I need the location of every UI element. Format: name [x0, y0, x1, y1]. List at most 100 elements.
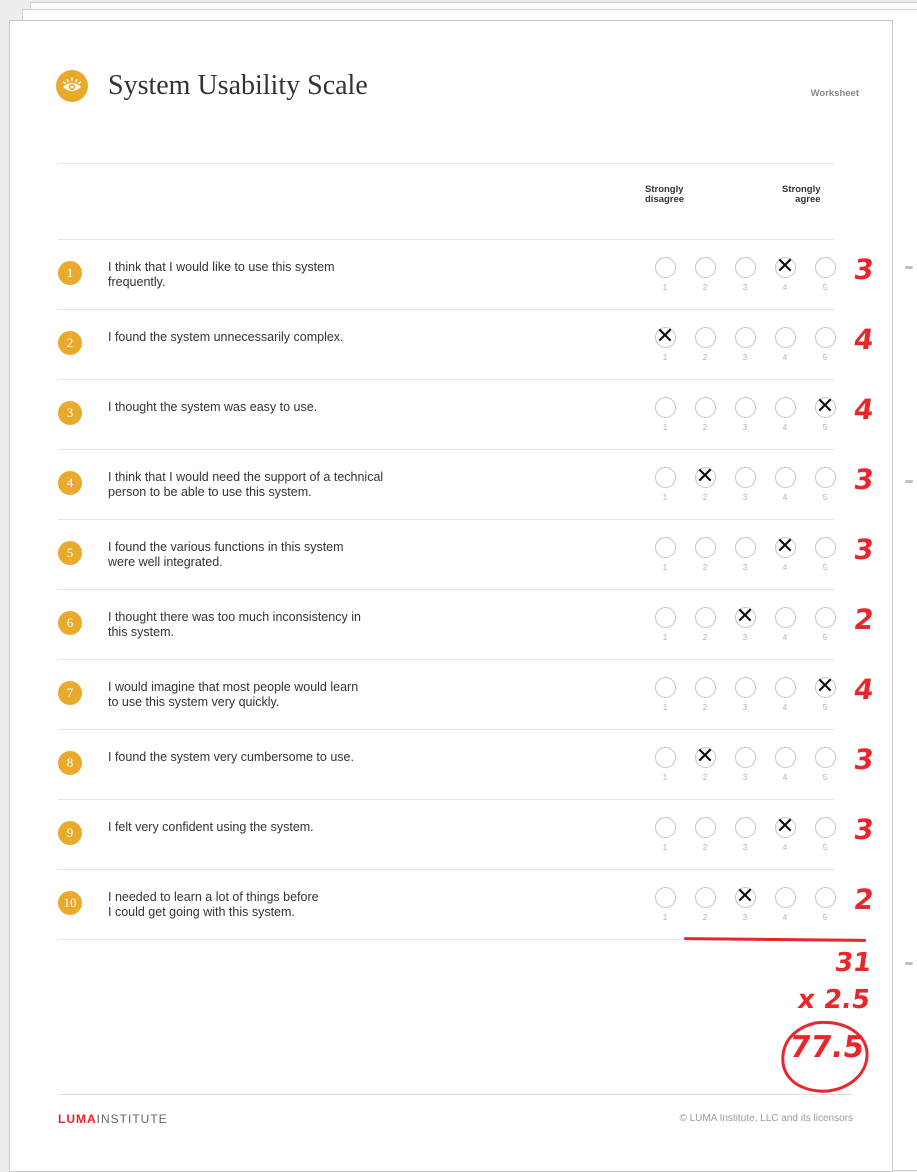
rating-option-number: 5: [822, 283, 828, 292]
rating-option-2[interactable]: [695, 817, 716, 838]
rating-option-2[interactable]: [695, 537, 716, 558]
question-row: 3 I thought the system was easy to use. 1 2…: [58, 380, 876, 450]
question-row: 5 I found the various functions in this s…: [58, 520, 876, 590]
rating-option-number: 2: [702, 703, 708, 712]
rating-option-number: 1: [662, 283, 668, 292]
rating-option-3[interactable]: [735, 467, 756, 488]
rating-option-4[interactable]: [775, 677, 796, 698]
rating-option-number: 1: [662, 353, 668, 362]
rating-option-number: 2: [702, 283, 708, 292]
rating-option-3[interactable]: [735, 257, 756, 278]
question-number: 9: [58, 821, 82, 845]
rating-option-number: 1: [662, 703, 668, 712]
rating-option-1[interactable]: [655, 257, 676, 278]
rating-option-number: 3: [742, 773, 748, 782]
rating-option-number: 4: [782, 283, 788, 292]
rating-option-5[interactable]: [815, 817, 836, 838]
rating-option-5[interactable]: [815, 607, 836, 628]
question-text: I thought there was too much inconsisten…: [108, 610, 361, 639]
question-row: 9 I felt very confident using the system.…: [58, 800, 876, 870]
rating-option-3[interactable]: [735, 817, 756, 838]
rating-option-number: 4: [782, 703, 788, 712]
rating-option-1[interactable]: [655, 677, 676, 698]
rating-option-1[interactable]: [655, 397, 676, 418]
scale-high-label: Strongly agree: [782, 184, 821, 205]
question-text: I felt very confident using the system.: [108, 820, 314, 834]
rating-option-number: 5: [822, 353, 828, 362]
page-tab-marker: [905, 962, 913, 965]
rating-option-4[interactable]: [775, 607, 796, 628]
rating-option-1[interactable]: [655, 817, 676, 838]
question-row: 6 I thought there was too much inconsiste…: [58, 590, 876, 660]
rating-option-number: 2: [702, 773, 708, 782]
rating-option-5[interactable]: [815, 327, 836, 348]
question-text: I needed to learn a lot of things before…: [108, 890, 319, 919]
rating-option-1[interactable]: [655, 887, 676, 908]
rating-option-number: 1: [662, 563, 668, 572]
rating-option-3[interactable]: [735, 747, 756, 768]
x-mark-icon: ✕: [735, 884, 755, 909]
question-text: I found the system very cumbersome to us…: [108, 750, 354, 764]
rating-option-number: 4: [782, 493, 788, 502]
rating-option-number: 4: [782, 633, 788, 642]
page-tab-marker: [905, 266, 913, 269]
rating-option-number: 1: [662, 843, 668, 852]
rating-option-2[interactable]: [695, 327, 716, 348]
eye-icon: [56, 70, 88, 102]
rating-option-2[interactable]: [695, 607, 716, 628]
rating-option-4[interactable]: [775, 397, 796, 418]
rating-option-2[interactable]: [695, 257, 716, 278]
question-text: I found the various functions in this sy…: [108, 540, 344, 569]
rating-option-3[interactable]: [735, 537, 756, 558]
question-row: 10 I needed to learn a lot of things befo…: [58, 870, 876, 940]
question-number: 5: [58, 541, 82, 565]
worksheet-label: Worksheet: [810, 88, 859, 99]
rating-option-5[interactable]: [815, 887, 836, 908]
rating-option-number: 3: [742, 353, 748, 362]
rating-option-4[interactable]: [775, 747, 796, 768]
rating-option-number: 5: [822, 493, 828, 502]
rating-option-number: 3: [742, 423, 748, 432]
rating-option-1[interactable]: [655, 607, 676, 628]
scale-low-label: Strongly disagree: [645, 184, 685, 205]
question-text: I thought the system was easy to use.: [108, 400, 318, 414]
rating-option-number: 2: [702, 843, 708, 852]
question-number: 2: [58, 331, 82, 355]
rating-option-1[interactable]: [655, 747, 676, 768]
rating-option-number: 5: [822, 913, 828, 922]
rating-option-number: 2: [702, 353, 708, 362]
rating-option-number: 3: [742, 563, 748, 572]
luma-logo: LUMAINSTITUTE: [58, 1112, 168, 1126]
rating-option-number: 4: [782, 563, 788, 572]
rating-option-number: 4: [782, 843, 788, 852]
rating-option-number: 4: [782, 913, 788, 922]
question-number: 4: [58, 471, 82, 495]
rating-option-1[interactable]: [655, 537, 676, 558]
x-mark-icon: ✕: [815, 674, 835, 699]
question-row: 8 I found the system very cumbersome to u…: [58, 730, 876, 800]
rating-option-4[interactable]: [775, 327, 796, 348]
rating-option-5[interactable]: [815, 537, 836, 558]
rating-option-number: 3: [742, 493, 748, 502]
rating-option-2[interactable]: [695, 887, 716, 908]
rating-option-3[interactable]: [735, 677, 756, 698]
header-divider: [58, 163, 834, 164]
copyright: © LUMA Institute, LLC and its licensors: [679, 1113, 853, 1124]
rating-option-2[interactable]: [695, 677, 716, 698]
rating-option-3[interactable]: [735, 327, 756, 348]
sus-result: 77.5: [787, 1030, 867, 1065]
rating-option-5[interactable]: [815, 747, 836, 768]
x-mark-icon: ✕: [775, 254, 795, 279]
rating-option-1[interactable]: [655, 467, 676, 488]
rating-option-4[interactable]: [775, 887, 796, 908]
rating-option-number: 5: [822, 703, 828, 712]
score-total: 31: [832, 948, 874, 978]
rating-option-number: 3: [742, 913, 748, 922]
rating-option-2[interactable]: [695, 397, 716, 418]
question-number: 3: [58, 401, 82, 425]
rating-option-5[interactable]: [815, 257, 836, 278]
rating-option-number: 1: [662, 423, 668, 432]
rating-option-4[interactable]: [775, 467, 796, 488]
rating-option-3[interactable]: [735, 397, 756, 418]
rating-option-5[interactable]: [815, 467, 836, 488]
